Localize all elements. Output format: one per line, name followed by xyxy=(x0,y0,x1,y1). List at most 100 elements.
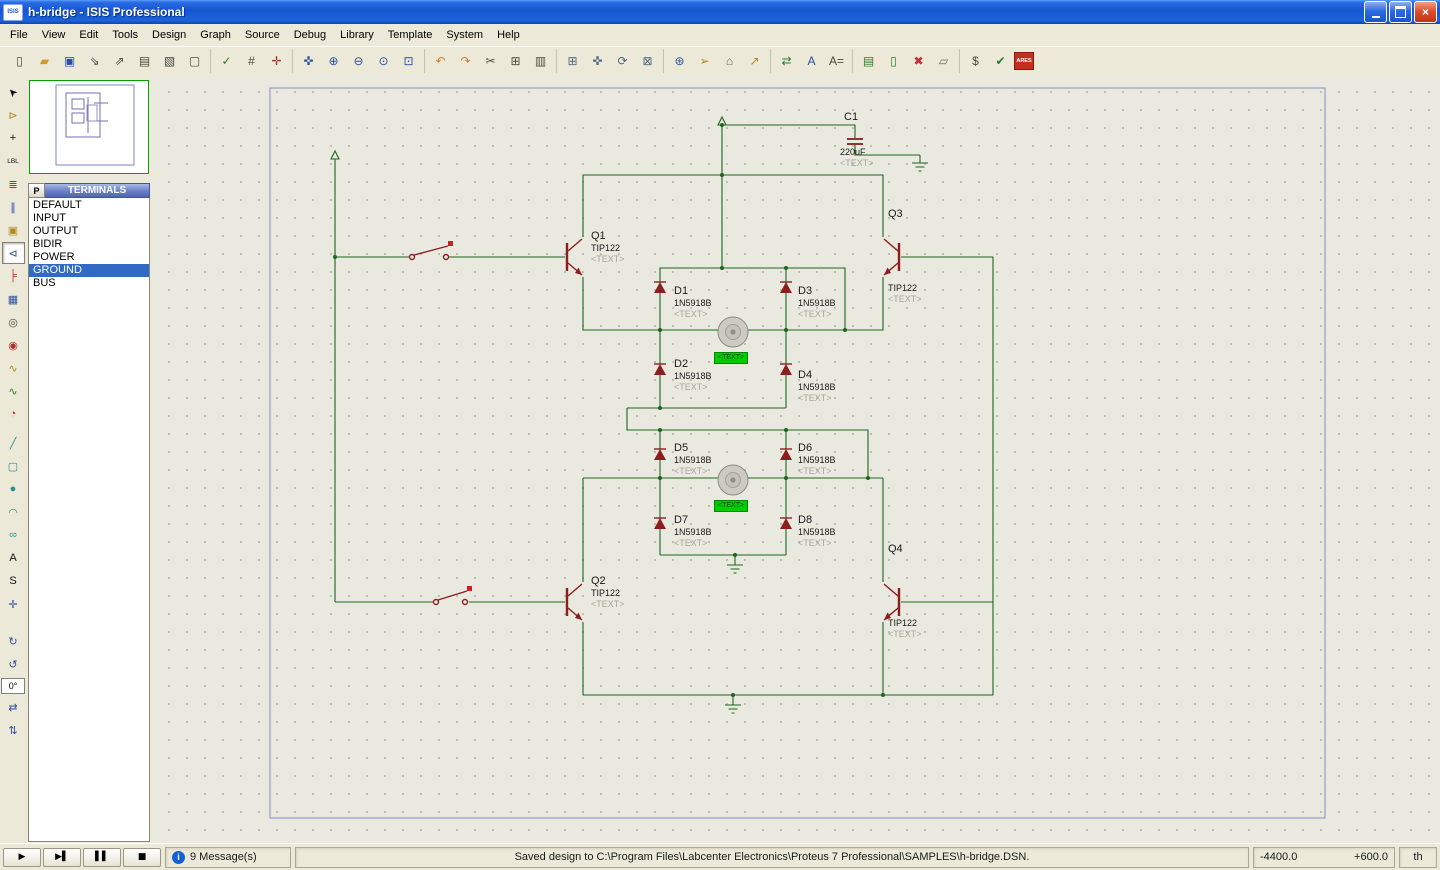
current-probe-mode-icon[interactable]: ∿ xyxy=(2,380,25,402)
tape-recorder-mode-icon[interactable]: ◎ xyxy=(2,311,25,333)
block-delete-icon[interactable]: ⊠ xyxy=(636,50,659,73)
menu-edit[interactable]: Edit xyxy=(72,26,105,44)
wire-autorouter-icon[interactable]: ⇄ xyxy=(775,50,798,73)
junction-dot-mode-icon[interactable]: + xyxy=(2,127,25,149)
terminal-item-default[interactable]: DEFAULT xyxy=(29,199,149,212)
menu-graph[interactable]: Graph xyxy=(193,26,238,44)
print-preview-icon[interactable]: ▢ xyxy=(183,50,206,73)
terminal-item-ground[interactable]: GROUND xyxy=(29,264,149,277)
2d-text-icon: A xyxy=(9,552,16,564)
menu-file[interactable]: File xyxy=(3,26,35,44)
close-button[interactable]: × xyxy=(1414,1,1437,23)
decompose-icon[interactable]: ↗ xyxy=(743,50,766,73)
paste-icon[interactable]: ▥ xyxy=(529,50,552,73)
menu-debug[interactable]: Debug xyxy=(287,26,333,44)
maximize-button[interactable] xyxy=(1389,1,1412,23)
editing-canvas[interactable]: Q1TIP122<TEXT>Q3TIP122<TEXT>Q2TIP122<TEX… xyxy=(152,75,1440,844)
rotate-clockwise-icon[interactable]: ↻ xyxy=(2,630,25,652)
search-tag-icon[interactable]: A xyxy=(800,50,823,73)
minimize-button[interactable] xyxy=(1364,1,1387,23)
pick-devices-button[interactable]: P xyxy=(28,183,45,198)
terminal-item-input[interactable]: INPUT xyxy=(29,212,149,225)
bill-of-materials-icon[interactable]: $ xyxy=(964,50,987,73)
toggle-grid-icon[interactable]: # xyxy=(240,50,263,73)
rotation-angle-field[interactable]: 0° xyxy=(1,678,25,694)
overview-window[interactable] xyxy=(29,80,149,174)
wire-label-mode-icon[interactable]: LBL xyxy=(2,150,25,172)
zoom-in-icon[interactable]: ⊕ xyxy=(322,50,345,73)
2d-arc-icon[interactable]: ◠ xyxy=(2,501,25,523)
terminal-item-bus[interactable]: BUS xyxy=(29,277,149,290)
device-pins-mode-icon[interactable]: ╞ xyxy=(2,265,25,287)
open-design-icon[interactable]: ▰ xyxy=(33,50,56,73)
menu-tools[interactable]: Tools xyxy=(105,26,145,44)
zoom-area-icon[interactable]: ⊡ xyxy=(397,50,420,73)
2d-circle-icon[interactable]: ● xyxy=(2,478,25,500)
import-section-icon[interactable]: ⇘ xyxy=(83,50,106,73)
terminal-item-power[interactable]: POWER xyxy=(29,251,149,264)
menu-source[interactable]: Source xyxy=(238,26,287,44)
buses-mode-icon[interactable]: ∥ xyxy=(2,196,25,218)
design-explorer-icon[interactable]: ▤ xyxy=(857,50,880,73)
graph-glyph: ▦ xyxy=(8,293,18,306)
menu-system[interactable]: System xyxy=(439,26,490,44)
block-copy-icon[interactable]: ⊞ xyxy=(561,50,584,73)
copy-icon[interactable]: ⊞ xyxy=(504,50,527,73)
save-design-icon[interactable]: ▣ xyxy=(58,50,81,73)
message-panel[interactable]: 9 Message(s) xyxy=(165,847,291,868)
play-button[interactable]: ▶ xyxy=(3,848,41,867)
2d-path-icon[interactable]: ∞ xyxy=(2,524,25,546)
menu-view[interactable]: View xyxy=(35,26,73,44)
block-move-icon[interactable]: ✜ xyxy=(586,50,609,73)
print-design-icon[interactable]: ▤ xyxy=(133,50,156,73)
terminal-item-output[interactable]: OUTPUT xyxy=(29,225,149,238)
2d-text-icon[interactable]: A xyxy=(2,547,25,569)
2d-symbol-icon[interactable]: S xyxy=(2,570,25,592)
voltage-probe-mode-icon[interactable]: ∿ xyxy=(2,357,25,379)
menu-design[interactable]: Design xyxy=(145,26,193,44)
menu-help[interactable]: Help xyxy=(490,26,527,44)
pause-button[interactable]: ▌▌ xyxy=(83,848,121,867)
block-rotate-icon[interactable]: ⟳ xyxy=(611,50,634,73)
terminal-item-bidir[interactable]: BIDIR xyxy=(29,238,149,251)
export-section-icon[interactable]: ⇗ xyxy=(108,50,131,73)
wires xyxy=(335,125,993,705)
zoom-out-icon[interactable]: ⊖ xyxy=(347,50,370,73)
2d-box-icon[interactable]: ▢ xyxy=(2,455,25,477)
2d-line-icon[interactable]: ╱ xyxy=(2,432,25,454)
terminals-mode-icon[interactable]: ⊲ xyxy=(2,242,25,264)
menu-library[interactable]: Library xyxy=(333,26,381,44)
text-script-mode-icon[interactable]: ≣ xyxy=(2,173,25,195)
pan-icon[interactable]: ✜ xyxy=(297,50,320,73)
2d-marker-icon[interactable]: ✛ xyxy=(2,593,25,615)
netlist-to-ares-icon[interactable]: ARES xyxy=(1014,52,1034,70)
electrical-rule-check-icon[interactable]: ✔ xyxy=(989,50,1012,73)
make-device-icon[interactable]: ➢ xyxy=(693,50,716,73)
virtual-instruments-mode-icon[interactable]: ◔ xyxy=(2,403,25,425)
property-assignment-icon[interactable]: A= xyxy=(825,50,848,73)
packaging-tool-icon[interactable]: ⌂ xyxy=(718,50,741,73)
cut-icon[interactable]: ✂ xyxy=(479,50,502,73)
component-mode-icon[interactable]: ⊳ xyxy=(2,104,25,126)
mark-output-area-icon[interactable]: ▧ xyxy=(158,50,181,73)
selection-mode-icon[interactable]: ➤ xyxy=(2,81,25,103)
undo-icon[interactable]: ↶ xyxy=(429,50,452,73)
goto-sheet-icon[interactable]: ▱ xyxy=(932,50,955,73)
toggle-false-origin-icon[interactable]: ✛ xyxy=(265,50,288,73)
zoom-all-icon[interactable]: ⊙ xyxy=(372,50,395,73)
step-button[interactable]: ▶▌ xyxy=(43,848,81,867)
menu-template[interactable]: Template xyxy=(381,26,440,44)
mirror-vertical-icon[interactable]: ⇅ xyxy=(2,719,25,741)
new-design-icon[interactable]: ▯ xyxy=(8,50,31,73)
mirror-horizontal-icon[interactable]: ⇄ xyxy=(2,696,25,718)
remove-sheet-icon[interactable]: ✖ xyxy=(907,50,930,73)
new-sheet-icon[interactable]: ▯ xyxy=(882,50,905,73)
graph-mode-icon[interactable]: ▦ xyxy=(2,288,25,310)
redo-icon[interactable]: ↷ xyxy=(454,50,477,73)
generator-mode-icon[interactable]: ◉ xyxy=(2,334,25,356)
stop-button[interactable]: ■ xyxy=(123,848,161,867)
redraw-display-icon[interactable]: ✓ xyxy=(215,50,238,73)
pick-parts-icon[interactable]: ⊛ xyxy=(668,50,691,73)
rotate-anticlockwise-icon[interactable]: ↺ xyxy=(2,653,25,675)
subcircuit-mode-icon[interactable]: ▣ xyxy=(2,219,25,241)
